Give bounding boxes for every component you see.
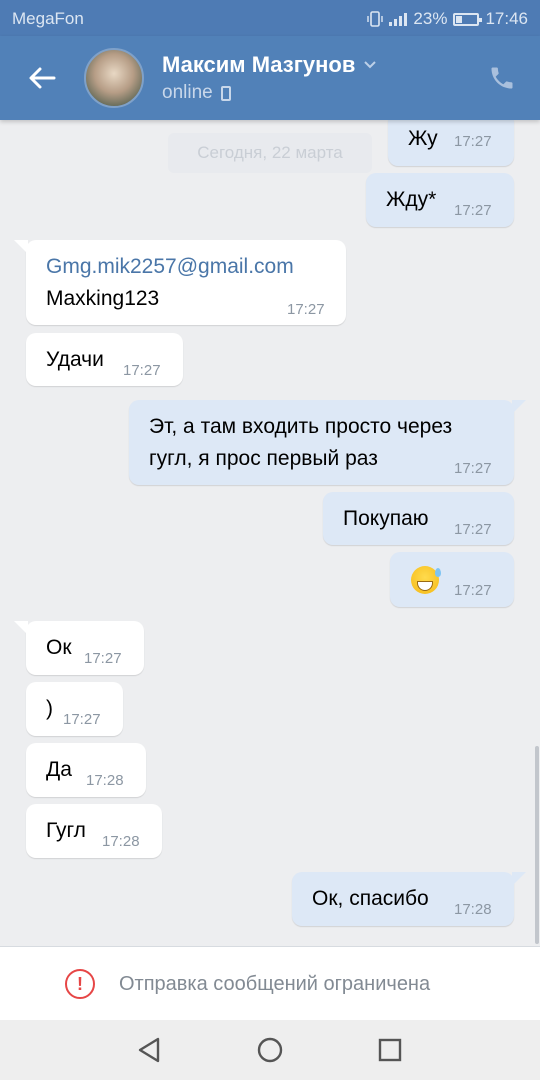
message-text: ) bbox=[46, 697, 53, 720]
message-text: Покупаю bbox=[343, 507, 429, 530]
composer-restricted: ! Отправка сообщений ограничена bbox=[0, 946, 540, 1020]
message-text: Жду* bbox=[386, 188, 437, 211]
message-time: 17:27 bbox=[454, 521, 492, 538]
bubble-tail bbox=[14, 621, 28, 635]
message-incoming[interactable]: Удачи 17:27 bbox=[26, 333, 183, 386]
message-time: 17:28 bbox=[102, 833, 140, 850]
carrier-name: MegaFon bbox=[12, 9, 84, 28]
message-outgoing[interactable]: 17:27 bbox=[390, 552, 514, 607]
signal-icon bbox=[389, 12, 408, 26]
message-list[interactable]: Сегодня, 22 марта Жу 17:27 Жду* 17:27 Gm… bbox=[0, 120, 540, 946]
message-text: Maxking123 bbox=[46, 287, 160, 310]
chat-header: Максим Мазгунов online bbox=[0, 36, 540, 120]
message-time: 17:27 bbox=[123, 362, 161, 379]
message-incoming[interactable]: Да 17:28 bbox=[26, 743, 146, 797]
scrollbar[interactable] bbox=[535, 746, 539, 944]
message-text: Удачи bbox=[46, 348, 104, 371]
phone-call-icon[interactable] bbox=[488, 64, 516, 92]
date-divider: Сегодня, 22 марта bbox=[168, 133, 372, 173]
presence-text: online bbox=[162, 82, 213, 103]
message-incoming[interactable]: ) 17:27 bbox=[26, 682, 123, 736]
warning-icon: ! bbox=[65, 969, 95, 999]
message-time: 17:27 bbox=[454, 133, 492, 150]
message-text: Да bbox=[46, 758, 72, 781]
message-incoming[interactable]: Ок 17:27 bbox=[14, 621, 144, 675]
battery-icon bbox=[453, 12, 483, 26]
vibrate-icon bbox=[367, 11, 384, 27]
message-time: 17:28 bbox=[454, 901, 492, 918]
message-outgoing[interactable]: Эт, а там входить просто через гугл, я п… bbox=[129, 400, 526, 485]
back-arrow-icon[interactable] bbox=[22, 58, 62, 98]
contact-name-text: Максим Мазгунов bbox=[162, 52, 356, 77]
nav-recents-icon[interactable] bbox=[374, 1034, 406, 1066]
message-text: Эт, а там входить просто через bbox=[149, 415, 453, 438]
nav-home-icon[interactable] bbox=[254, 1034, 286, 1066]
clock: 17:46 bbox=[485, 9, 528, 28]
grinning-face-with-sweat-emoji bbox=[411, 566, 441, 594]
message-outgoing[interactable]: Жу 17:27 bbox=[388, 120, 514, 166]
system-nav-bar bbox=[0, 1020, 540, 1080]
message-text: Гугл bbox=[46, 819, 86, 842]
message-outgoing[interactable]: Жду* 17:27 bbox=[366, 173, 514, 227]
battery-percent: 23% bbox=[413, 9, 448, 28]
bubble-tail bbox=[512, 400, 526, 414]
message-time: 17:27 bbox=[454, 582, 492, 599]
bubble-tail bbox=[14, 240, 28, 254]
message-time: 17:27 bbox=[454, 460, 492, 477]
chevron-down-icon[interactable] bbox=[363, 60, 377, 70]
contact-name[interactable]: Максим Мазгунов bbox=[162, 52, 377, 78]
bubble-tail bbox=[512, 872, 526, 886]
message-time: 17:28 bbox=[86, 772, 124, 789]
avatar[interactable] bbox=[84, 48, 144, 108]
message-time: 17:27 bbox=[454, 202, 492, 219]
message-time: 17:27 bbox=[84, 650, 122, 667]
mobile-device-icon bbox=[220, 85, 231, 101]
message-outgoing[interactable]: Ок, спасибо 17:28 bbox=[292, 872, 526, 926]
message-text: Ок, спасибо bbox=[312, 887, 429, 910]
status-bar: MegaFon 23% 17:46 bbox=[0, 0, 540, 36]
presence-status: online bbox=[162, 82, 231, 104]
restriction-notice: Отправка сообщений ограничена bbox=[119, 973, 431, 995]
message-incoming[interactable]: Гугл 17:28 bbox=[26, 804, 162, 858]
message-text: Ок bbox=[46, 636, 72, 659]
message-time: 17:27 bbox=[63, 711, 101, 728]
message-text: гугл, я прос первый раз bbox=[149, 447, 378, 470]
nav-back-icon[interactable] bbox=[134, 1034, 166, 1066]
message-incoming[interactable]: Gmg.mik2257@gmail.com Maxking123 17:27 bbox=[14, 240, 346, 325]
message-outgoing[interactable]: Покупаю 17:27 bbox=[323, 492, 514, 545]
message-time: 17:27 bbox=[287, 301, 325, 318]
email-link[interactable]: Gmg.mik2257@gmail.com bbox=[46, 255, 294, 279]
message-text: Жу bbox=[408, 127, 438, 150]
